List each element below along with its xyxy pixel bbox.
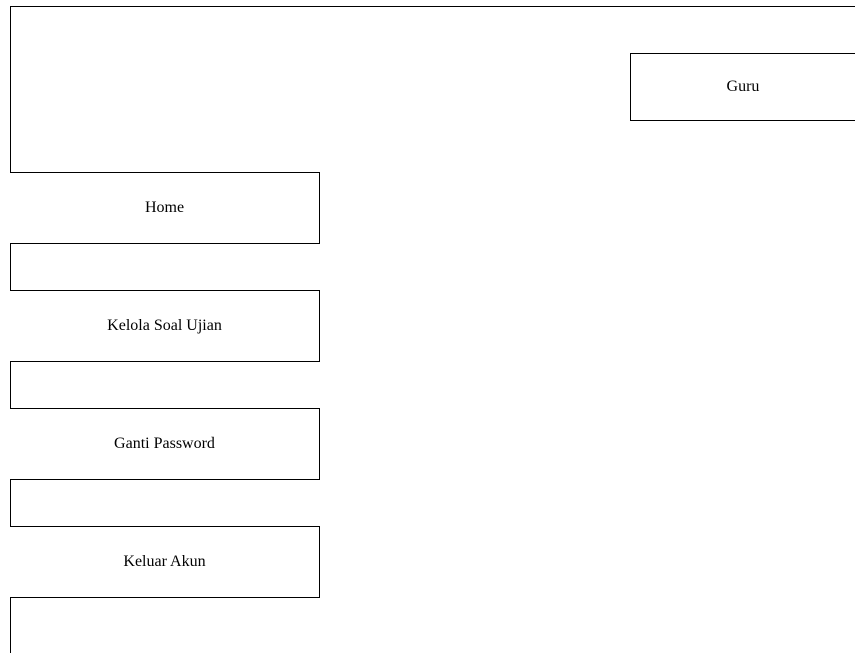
manage-exam-questions-button[interactable]: Kelola Soal Ujian xyxy=(10,290,320,362)
change-password-button[interactable]: Ganti Password xyxy=(10,408,320,480)
home-button[interactable]: Home xyxy=(10,172,320,244)
logout-button-label: Keluar Akun xyxy=(123,553,206,570)
role-box: Guru xyxy=(630,53,855,121)
role-label: Guru xyxy=(726,78,760,95)
logout-button[interactable]: Keluar Akun xyxy=(10,526,320,598)
manage-exam-questions-button-label: Kelola Soal Ujian xyxy=(107,317,222,334)
home-button-label: Home xyxy=(144,199,185,216)
change-password-button-label: Ganti Password xyxy=(114,435,215,452)
